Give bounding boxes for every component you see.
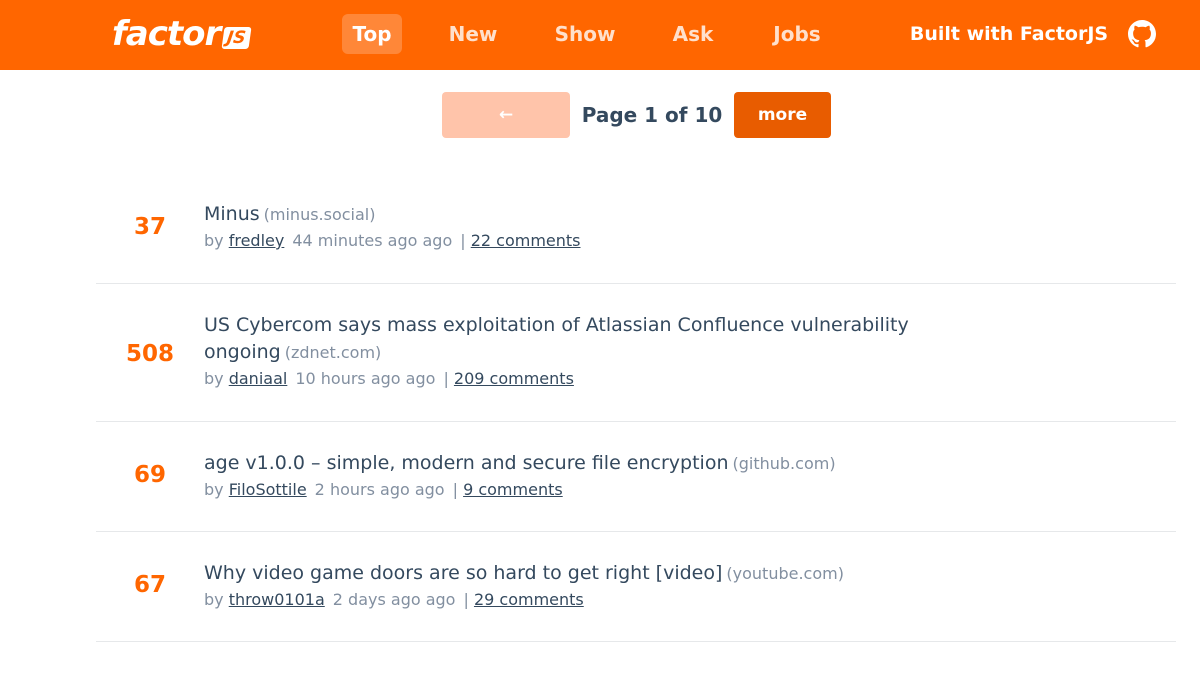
factorjs-logo[interactable]: factor JS: [112, 14, 252, 54]
nav-jobs[interactable]: Jobs: [762, 14, 832, 54]
story-comments-link[interactable]: 9 comments: [463, 480, 563, 499]
story-time: 2 days ago ago: [332, 590, 456, 609]
story-title[interactable]: US Cybercom says mass exploitation of At…: [204, 312, 984, 366]
story-title-text[interactable]: Why video game doors are so hard to get …: [204, 562, 722, 584]
story-title-text[interactable]: Minus: [204, 203, 260, 225]
previous-page-button[interactable]: ← Previous: [442, 92, 570, 171]
story-meta: by throw0101a 2 days ago ago | 29 comments: [204, 587, 1176, 613]
by-label: by: [204, 231, 224, 250]
story-list: 37 Minus (minus.social) by fredley 44 minu…: [96, 190, 1176, 642]
meta-separator: |: [452, 480, 458, 499]
story-title[interactable]: Minus (minus.social): [204, 201, 984, 228]
nav-top[interactable]: Top: [342, 14, 402, 54]
story-meta: by FiloSottile 2 hours ago ago | 9 comment…: [204, 477, 1176, 503]
more-button[interactable]: more →: [734, 92, 831, 171]
story-author-link[interactable]: throw0101a: [229, 590, 325, 609]
page-indicator: Page 1 of 10: [581, 103, 723, 127]
story-comments-link[interactable]: 29 comments: [474, 590, 584, 609]
story-host: (github.com): [732, 454, 836, 473]
story-score: 69: [133, 462, 166, 488]
story-title[interactable]: Why video game doors are so hard to get …: [204, 560, 984, 587]
story-item: 37 Minus (minus.social) by fredley 44 minu…: [96, 190, 1176, 284]
by-label: by: [204, 590, 224, 609]
meta-separator: |: [463, 590, 469, 609]
logo-badge: JS: [221, 27, 252, 49]
story-author-link[interactable]: daniaal: [229, 369, 288, 388]
story-time: 44 minutes ago ago: [292, 231, 453, 250]
story-time: 2 hours ago ago: [314, 480, 445, 499]
meta-separator: |: [460, 231, 466, 250]
story-host: (youtube.com): [726, 564, 844, 583]
top-navbar: factor JS Top New Show Ask Jobs Built wi…: [0, 0, 1200, 70]
story-score: 67: [133, 572, 166, 598]
story-item: 67 Why video game doors are so hard to g…: [96, 532, 1176, 642]
logo-text: factor: [112, 14, 221, 54]
nav-new[interactable]: New: [440, 14, 506, 54]
story-time: 10 hours ago ago: [295, 369, 436, 388]
story-host: (zdnet.com): [284, 343, 382, 362]
built-with-link[interactable]: Built with FactorJS: [900, 14, 1118, 54]
story-score: 37: [133, 214, 166, 240]
pagination: ← Previous Page 1 of 10 more →: [442, 92, 831, 171]
meta-separator: |: [443, 369, 449, 388]
github-icon[interactable]: [1128, 20, 1156, 48]
nav-ask[interactable]: Ask: [664, 14, 722, 54]
story-meta: by fredley 44 minutes ago ago | 22 comment…: [204, 228, 1176, 254]
story-author-link[interactable]: fredley: [229, 231, 285, 250]
by-label: by: [204, 480, 224, 499]
story-item: 69 age v1.0.0 – simple, modern and secur…: [96, 422, 1176, 532]
story-host: (minus.social): [263, 205, 376, 224]
story-title[interactable]: age v1.0.0 – simple, modern and secure f…: [204, 450, 984, 477]
story-score: 508: [125, 341, 174, 367]
story-meta: by daniaal 10 hours ago ago | 209 comments: [204, 366, 1176, 392]
story-author-link[interactable]: FiloSottile: [229, 480, 307, 499]
nav-show[interactable]: Show: [548, 14, 622, 54]
story-item: 508 US Cybercom says mass exploitation o…: [96, 284, 1176, 422]
by-label: by: [204, 369, 224, 388]
story-title-text[interactable]: age v1.0.0 – simple, modern and secure f…: [204, 452, 729, 474]
story-comments-link[interactable]: 209 comments: [454, 369, 574, 388]
story-comments-link[interactable]: 22 comments: [471, 231, 581, 250]
